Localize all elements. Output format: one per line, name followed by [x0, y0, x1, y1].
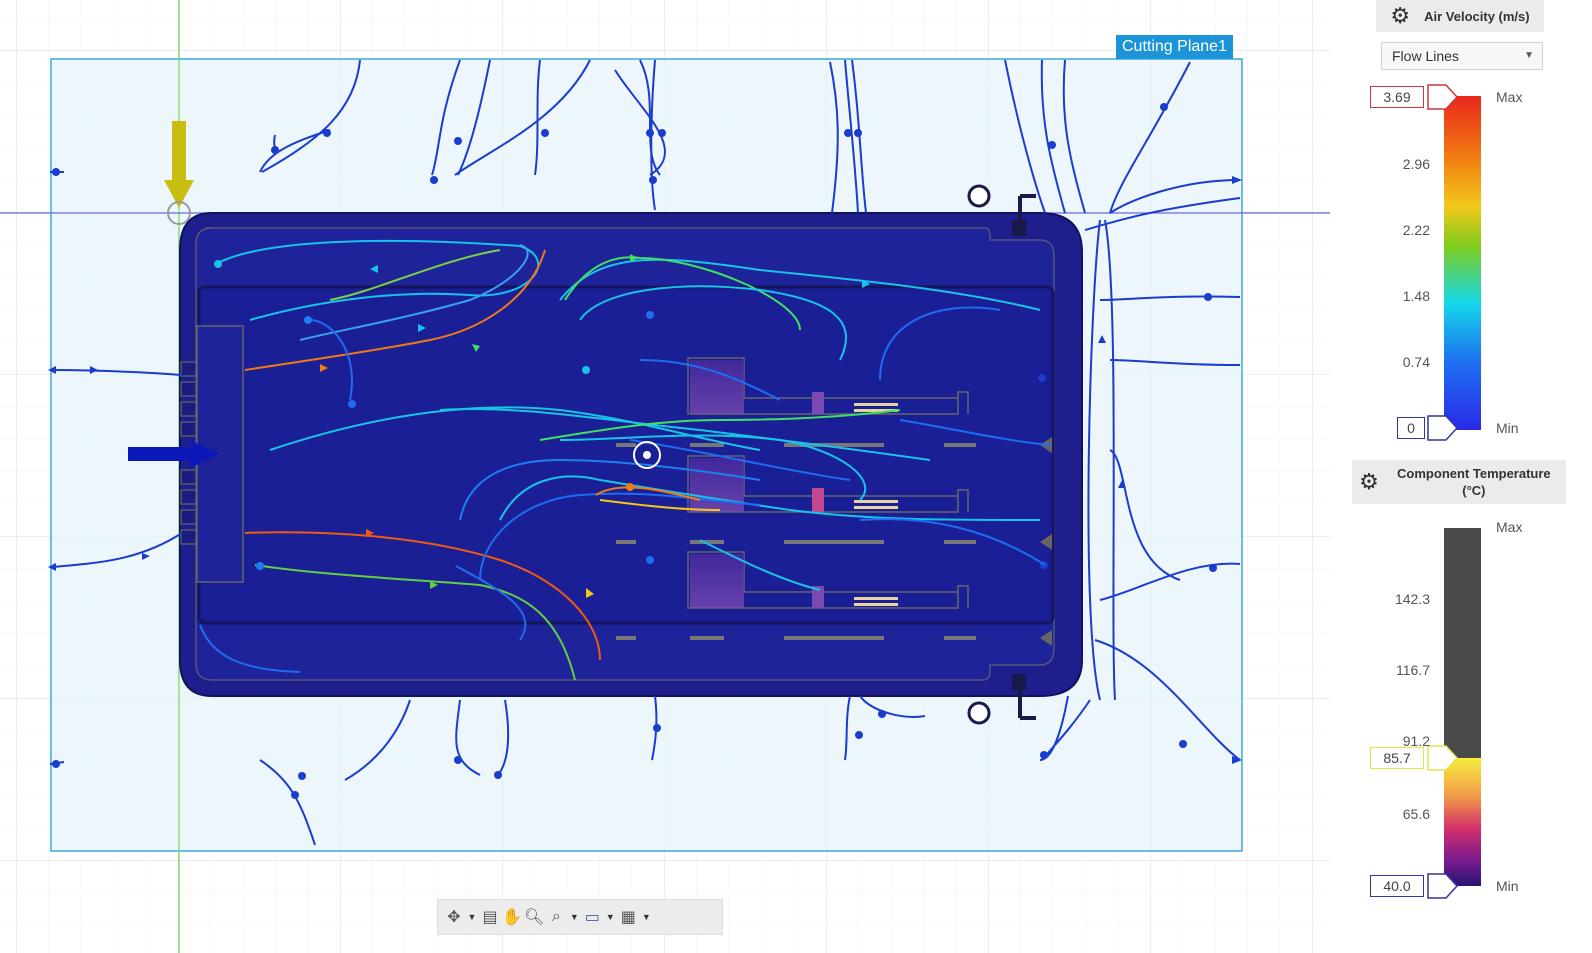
- temperature-max-label: Max: [1496, 519, 1523, 535]
- graphics-viewport[interactable]: Cutting Plane1 ⚙ Air Velocity (m/s) Flow…: [0, 0, 1592, 953]
- temperature-inactive-bar: [1444, 528, 1481, 758]
- enclosure-body: [179, 184, 1083, 725]
- temperature-legend-title: Component Temperature (°C): [1397, 466, 1551, 498]
- velocity-legend-title: Air Velocity (m/s): [1424, 8, 1530, 24]
- look-at-icon[interactable]: ▤: [480, 904, 500, 930]
- velocity-min-label: Min: [1496, 420, 1519, 436]
- temperature-min-label: Min: [1496, 878, 1519, 894]
- pan-icon[interactable]: ✋: [502, 904, 522, 930]
- velocity-tick-2: 2.22: [1402, 222, 1430, 238]
- chevron-down-icon[interactable]: ▼: [604, 904, 616, 930]
- temperature-value-input[interactable]: 85.7: [1370, 747, 1424, 769]
- chevron-down-icon[interactable]: ▼: [466, 904, 478, 930]
- zoom-icon[interactable]: 🔍︎: [524, 904, 544, 930]
- temperature-tick-1: 142.3: [1394, 591, 1430, 607]
- temperature-legend-header: ⚙ Component Temperature (°C): [1352, 460, 1566, 504]
- display-mode-value: Flow Lines: [1392, 48, 1459, 64]
- chevron-down-icon[interactable]: ▼: [640, 904, 652, 930]
- display-mode-dropdown[interactable]: Flow Lines ▼: [1381, 42, 1543, 70]
- velocity-max-label: Max: [1496, 89, 1523, 105]
- navigation-toolbar: ✥ ▼ ▤ ✋ 🔍︎ ⌕ ▼ ▭ ▼ ▦ ▼: [437, 899, 723, 935]
- chevron-down-icon: ▼: [1524, 50, 1534, 61]
- velocity-tick-4: 0.74: [1402, 354, 1430, 370]
- fit-icon[interactable]: ⌕: [546, 904, 566, 930]
- temperature-min-input[interactable]: 40.0: [1370, 875, 1424, 897]
- gear-icon[interactable]: ⚙: [1390, 5, 1410, 27]
- orbit-icon[interactable]: ✥: [444, 904, 464, 930]
- velocity-tick-3: 1.48: [1402, 288, 1430, 304]
- temperature-tick-2: 116.7: [1396, 662, 1430, 678]
- temperature-tick-4: 65.6: [1402, 806, 1430, 822]
- velocity-color-bar: [1444, 96, 1481, 430]
- chevron-down-icon[interactable]: ▼: [568, 904, 580, 930]
- gear-icon[interactable]: ⚙: [1359, 471, 1379, 493]
- velocity-min-input[interactable]: 0: [1397, 417, 1425, 439]
- display-settings-icon[interactable]: ▭: [582, 904, 602, 930]
- temperature-color-bar: [1444, 758, 1481, 886]
- velocity-max-input[interactable]: 3.69: [1370, 86, 1424, 108]
- velocity-tick-1: 2.96: [1402, 156, 1430, 172]
- velocity-legend-header: ⚙ Air Velocity (m/s): [1376, 0, 1544, 32]
- cutting-plane-label[interactable]: Cutting Plane1: [1116, 35, 1233, 59]
- grid-settings-icon[interactable]: ▦: [618, 904, 638, 930]
